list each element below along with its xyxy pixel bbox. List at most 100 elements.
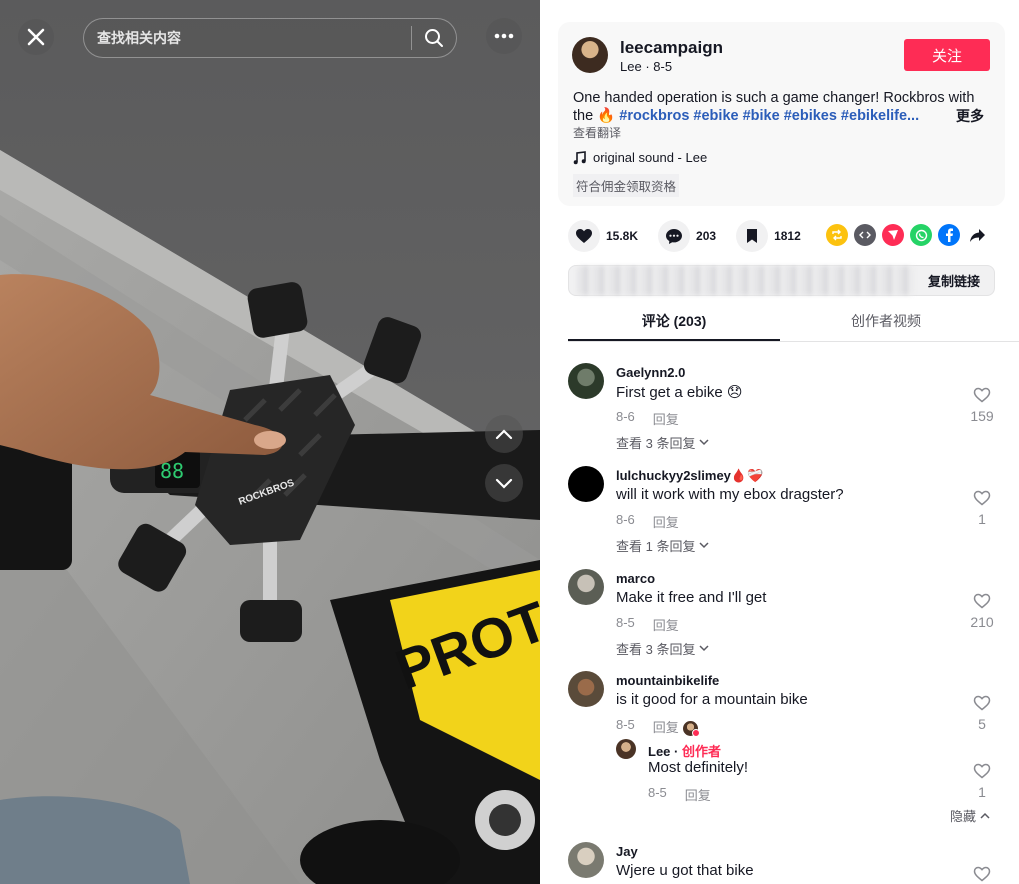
caption-hashtags[interactable]: #rockbros #ebike #bike #ebikes #ebikelif… (619, 108, 919, 124)
author-nickname[interactable]: Lee (620, 59, 642, 74)
tab-creator-videos[interactable]: 创作者视频 (780, 300, 992, 341)
music-link[interactable]: original sound - Lee (573, 150, 707, 165)
post-date: 8-5 (653, 59, 673, 74)
panel-tabs: 评论 (203) 创作者视频 (568, 300, 1019, 342)
copy-link-button[interactable]: 复制链接 (914, 271, 994, 290)
comment-button[interactable]: 203 (658, 220, 716, 252)
translate-link[interactable]: 查看翻译 (573, 124, 621, 141)
comment-like-count: 1 (978, 511, 986, 527)
comment-date: 8-6 (616, 512, 635, 527)
reply-like-button[interactable]: 1 (964, 763, 1000, 800)
view-replies-label: 查看 3 条回复 (616, 642, 696, 657)
tab-comments[interactable]: 评论 (203) (568, 300, 780, 341)
commenter-avatar[interactable] (568, 671, 604, 707)
comment-meta: 8-6 回复 (616, 512, 679, 531)
share-arrow-icon[interactable] (966, 224, 988, 246)
comment-count: 203 (696, 229, 717, 243)
commenter-avatar[interactable] (568, 569, 604, 605)
search-button[interactable] (412, 18, 456, 58)
comment-text: will it work with my ebox dragster? (616, 486, 844, 503)
commenter-avatar[interactable] (568, 363, 604, 399)
comment-like-button[interactable] (964, 866, 1000, 884)
reply-avatar[interactable] (616, 739, 636, 759)
comment-like-button[interactable]: 159 (964, 387, 1000, 424)
reply-text: Most definitely! (648, 759, 749, 776)
comment-like-count: 5 (978, 716, 986, 732)
chevron-down-icon (495, 478, 513, 489)
heart-outline-icon (973, 593, 991, 609)
close-button[interactable] (18, 19, 54, 55)
reply-button[interactable]: 回复 (685, 785, 711, 804)
whatsapp-icon[interactable] (910, 224, 932, 246)
like-button[interactable]: 15.8K (568, 220, 638, 252)
view-replies-button[interactable]: 查看 3 条回复 (616, 433, 709, 452)
comment-list: Gaelynn2.0 First get a ebike 😞 8-6 回复 查看… (540, 342, 1019, 884)
comment-like-count: 210 (970, 614, 994, 630)
hide-replies-button[interactable]: 隐藏 (950, 806, 990, 825)
video-frame: 88 PROT ROCKBROS (0, 0, 540, 884)
heart-outline-icon (973, 695, 991, 711)
view-replies-button[interactable]: 查看 3 条回复 (616, 639, 709, 658)
comment-like-button[interactable]: 210 (964, 593, 1000, 630)
commission-badge: 符合佣金领取资格 (573, 174, 680, 197)
music-title: original sound - Lee (593, 150, 708, 165)
like-count: 15.8K (606, 229, 639, 243)
repost-icon[interactable] (826, 224, 848, 246)
heart-outline-icon (973, 490, 991, 506)
music-note-icon (573, 150, 586, 164)
chevron-up-icon (495, 429, 513, 440)
facebook-icon[interactable] (938, 224, 960, 246)
hide-replies-label: 隐藏 (950, 809, 977, 824)
view-replies-button[interactable]: 查看 1 条回复 (616, 536, 709, 555)
commenter-name[interactable]: lulchuckyy2slimey🩸❤️‍🩹 (616, 468, 763, 484)
reply-separator: · (670, 744, 682, 759)
close-icon (27, 28, 45, 46)
comment-like-button[interactable]: 1 (964, 490, 1000, 527)
heart-outline-icon (973, 387, 991, 403)
reply-button[interactable]: 回复 (653, 615, 679, 634)
save-count: 1812 (774, 229, 801, 243)
more-options-button[interactable] (486, 18, 522, 54)
comment-meta: 8-5 回复 (616, 615, 679, 634)
bookmark-icon (747, 229, 758, 243)
creator-badge: 创作者 (681, 744, 721, 759)
author-username[interactable]: leecampaign (620, 38, 723, 58)
embed-icon[interactable] (854, 224, 876, 246)
video-player[interactable]: 88 PROT ROCKBROS (0, 0, 540, 884)
comment-date: 8-6 (616, 409, 635, 424)
video-info-card: leecampaign Lee · 8-5 关注 One handed oper… (558, 22, 1005, 206)
next-video-button[interactable] (485, 464, 523, 502)
share-icons (826, 224, 988, 246)
share-link-text (577, 266, 914, 295)
favorite-button[interactable]: 1812 (736, 220, 801, 252)
reply-button[interactable]: 回复 (653, 717, 700, 738)
send-to-friend-icon[interactable] (882, 224, 904, 246)
commenter-name[interactable]: mountainbikelife (616, 673, 719, 688)
author-avatar[interactable] (572, 37, 608, 73)
heart-outline-icon (973, 763, 991, 779)
search-input[interactable] (84, 30, 411, 46)
caption-more-button[interactable]: 更多 (956, 106, 984, 126)
commenter-avatar[interactable] (568, 842, 604, 878)
comment-meta: 8-6 回复 (616, 409, 679, 428)
search-icon (425, 29, 443, 47)
reply-author-name[interactable]: Lee (648, 744, 670, 759)
previous-video-button[interactable] (485, 415, 523, 453)
follow-button[interactable]: 关注 (904, 39, 990, 71)
comment-icon (666, 228, 683, 244)
commenter-name[interactable]: Gaelynn2.0 (616, 365, 685, 380)
chevron-down-icon (699, 542, 709, 549)
reply-button[interactable]: 回复 (653, 409, 679, 428)
engagement-bar: 15.8K 203 1812 (568, 220, 801, 252)
view-replies-label: 查看 1 条回复 (616, 539, 696, 554)
reply-button[interactable]: 回复 (653, 512, 679, 531)
reply-like-count: 1 (978, 784, 986, 800)
comment-like-button[interactable]: 5 (964, 695, 1000, 732)
commenter-avatar[interactable] (568, 466, 604, 502)
video-detail-panel: leecampaign Lee · 8-5 关注 One handed oper… (540, 0, 1019, 884)
view-replies-label: 查看 3 条回复 (616, 436, 696, 451)
commenter-name[interactable]: marco (616, 571, 655, 586)
commenter-name[interactable]: Jay (616, 844, 638, 859)
comment-meta: 8-5 回复 (616, 717, 700, 738)
video-caption: One handed operation is such a game chan… (573, 89, 988, 125)
